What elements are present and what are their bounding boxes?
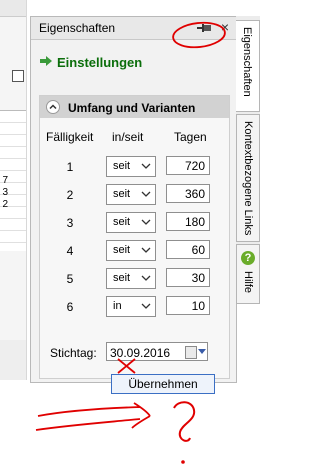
grid-row	[0, 123, 26, 135]
days-input[interactable]: 30	[166, 268, 210, 287]
days-input[interactable]: 360	[166, 184, 210, 203]
select-value: seit	[113, 216, 131, 228]
annotation-question-mark	[173, 401, 196, 442]
chevron-down-icon	[141, 301, 151, 311]
grid-row	[0, 147, 26, 159]
dropdown-arrow-icon[interactable]	[198, 349, 206, 354]
select-value: seit	[113, 160, 131, 172]
scope-variants-group: Umfang und Varianten Fälligkeit in/seit …	[39, 95, 230, 394]
grid-row	[0, 159, 26, 171]
grid-cell-value: 3	[2, 187, 8, 198]
inout-select[interactable]: seit	[106, 268, 156, 289]
settings-label: Einstellungen	[57, 55, 143, 70]
due-number: 3	[66, 216, 74, 230]
inout-select[interactable]: seit	[106, 240, 156, 261]
grid-cell-value: 2	[2, 199, 8, 210]
worksheet-footer	[0, 340, 26, 380]
inout-select[interactable]: in	[106, 296, 156, 317]
chevron-down-icon	[141, 189, 151, 199]
tab-label: Eigenschaften	[241, 27, 253, 97]
inout-select[interactable]: seit	[106, 212, 156, 233]
annotation-dot	[181, 460, 185, 464]
chevron-down-icon	[141, 161, 151, 171]
days-input[interactable]: 10	[166, 296, 210, 315]
close-icon[interactable]: ×	[218, 20, 232, 34]
select-value: seit	[113, 188, 131, 200]
due-number: 4	[66, 244, 74, 258]
properties-panel: Eigenschaften × Einstellungen Umfang und	[30, 16, 237, 394]
tab-kontextbezogene-links[interactable]: Kontextbezogene Links	[236, 114, 260, 242]
days-column-header: Tagen	[174, 130, 207, 144]
tab-hilfe[interactable]: ? Hilfe	[236, 244, 260, 304]
chevron-down-icon	[141, 217, 151, 227]
due-number: 2	[66, 188, 74, 202]
tab-label: Hilfe	[242, 271, 254, 294]
annotation-arrow	[35, 402, 151, 431]
grid-row	[0, 111, 26, 123]
group-header[interactable]: Umfang und Varianten	[40, 96, 229, 118]
worksheet-header-strip	[0, 0, 26, 17]
worksheet-grid: 7 3 2	[0, 110, 26, 251]
inout-select[interactable]: seit	[106, 156, 156, 177]
grid-row	[0, 135, 26, 147]
calendar-icon[interactable]	[185, 346, 197, 359]
chevron-down-icon	[141, 273, 151, 283]
panel-title: Eigenschaften	[39, 21, 116, 35]
collapse-icon[interactable]	[46, 100, 60, 114]
inout-select[interactable]: seit	[106, 184, 156, 205]
background-worksheet: 7 3 2	[0, 0, 27, 380]
tab-label: Kontextbezogene Links	[242, 121, 254, 236]
worksheet-checkbox[interactable]	[12, 70, 24, 82]
grid-row	[0, 219, 26, 231]
select-value: seit	[113, 272, 131, 284]
due-column-header: Fälligkeit	[46, 130, 94, 144]
apply-button[interactable]: Übernehmen	[111, 374, 215, 394]
due-number: 1	[66, 160, 74, 174]
chevron-down-icon	[141, 245, 151, 255]
grid-row	[0, 231, 26, 243]
side-tab-strip: Eigenschaften Kontextbezogene Links ? Hi…	[236, 16, 260, 304]
arrow-right-icon	[39, 54, 53, 71]
inout-column-header: in/seit	[112, 130, 144, 144]
select-value: in	[113, 300, 122, 312]
due-number: 5	[66, 272, 74, 286]
group-title: Umfang und Varianten	[68, 101, 196, 115]
due-number: 6	[66, 300, 74, 314]
date-value: 30.09.2016	[110, 346, 171, 360]
days-input[interactable]: 180	[166, 212, 210, 231]
days-input[interactable]: 720	[166, 156, 210, 175]
panel-header: Eigenschaften ×	[31, 17, 236, 40]
grid-cell-value: 7	[2, 175, 8, 186]
tab-eigenschaften[interactable]: Eigenschaften	[236, 20, 260, 112]
help-icon: ?	[241, 251, 255, 265]
days-input[interactable]: 60	[166, 240, 210, 259]
pin-icon[interactable]	[196, 21, 212, 35]
select-value: seit	[113, 244, 131, 256]
stichtag-date-picker[interactable]: 30.09.2016	[106, 342, 208, 361]
stichtag-label: Stichtag:	[50, 346, 97, 360]
